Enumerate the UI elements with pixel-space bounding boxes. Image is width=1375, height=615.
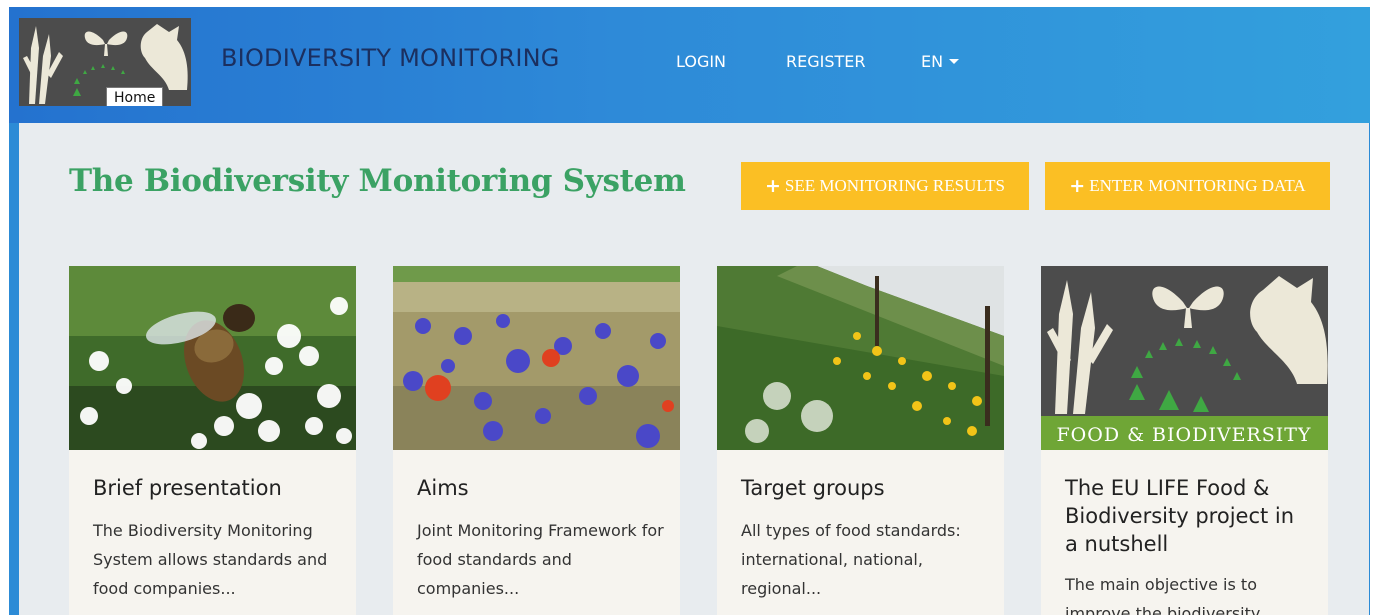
- logo-text: FOOD & BIODIVERSITY: [1057, 424, 1312, 446]
- plus-icon: +: [764, 175, 781, 197]
- card-text: The main objective is to improve the bio…: [1065, 575, 1261, 615]
- card-text: The Biodiversity Monitoring System allow…: [93, 521, 328, 598]
- card-aims[interactable]: Aims Joint Monitoring Framework for food…: [393, 266, 680, 615]
- card-title[interactable]: The EU LIFE Food & Biodiversity project …: [1065, 474, 1310, 558]
- see-monitoring-results-button[interactable]: + SEE MONITORING RESULTS: [741, 162, 1029, 210]
- see-results-label: SEE MONITORING RESULTS: [784, 176, 1005, 195]
- home-logo[interactable]: Home: [19, 18, 191, 106]
- logo-art: [19, 18, 191, 106]
- card-eu-life-project[interactable]: FOOD & BIODIVERSITY The EU LIFE Food & B…: [1041, 266, 1328, 615]
- card-text: All types of food standards: internation…: [741, 521, 961, 598]
- enter-data-label: ENTER MONITORING DATA: [1089, 176, 1306, 195]
- home-tooltip: Home: [106, 87, 164, 106]
- card-title[interactable]: Brief presentation: [93, 474, 338, 502]
- main-content: The Biodiversity Monitoring System + SEE …: [19, 123, 1369, 615]
- card-title[interactable]: Aims: [417, 474, 662, 502]
- language-dropdown[interactable]: EN: [921, 52, 960, 71]
- card-image-food-biodiversity-logo[interactable]: FOOD & BIODIVERSITY: [1041, 266, 1328, 450]
- browser-viewport: Home BIODIVERSITY MONITORING LOGIN REGIS…: [9, 7, 1370, 615]
- chevron-down-icon: [949, 59, 960, 64]
- card-image-bee[interactable]: [69, 266, 356, 450]
- card-text: Joint Monitoring Framework for food stan…: [417, 521, 664, 598]
- nav-login-link[interactable]: LOGIN: [676, 52, 726, 71]
- card-image-wildflowers[interactable]: [393, 266, 680, 450]
- nav-register-link[interactable]: REGISTER: [786, 52, 866, 71]
- card-target-groups[interactable]: Target groups All types of food standard…: [717, 266, 1004, 615]
- page-title: The Biodiversity Monitoring System: [69, 163, 686, 199]
- language-label: EN: [921, 52, 944, 71]
- card-image-greenhouse[interactable]: [717, 266, 1004, 450]
- enter-monitoring-data-button[interactable]: + ENTER MONITORING DATA: [1045, 162, 1330, 210]
- plus-icon: +: [1069, 175, 1086, 197]
- card-title[interactable]: Target groups: [741, 474, 986, 502]
- card-brief-presentation[interactable]: Brief presentation The Biodiversity Moni…: [69, 266, 356, 615]
- brand-title[interactable]: BIODIVERSITY MONITORING: [221, 44, 560, 72]
- top-navbar: Home BIODIVERSITY MONITORING LOGIN REGIS…: [9, 7, 1370, 123]
